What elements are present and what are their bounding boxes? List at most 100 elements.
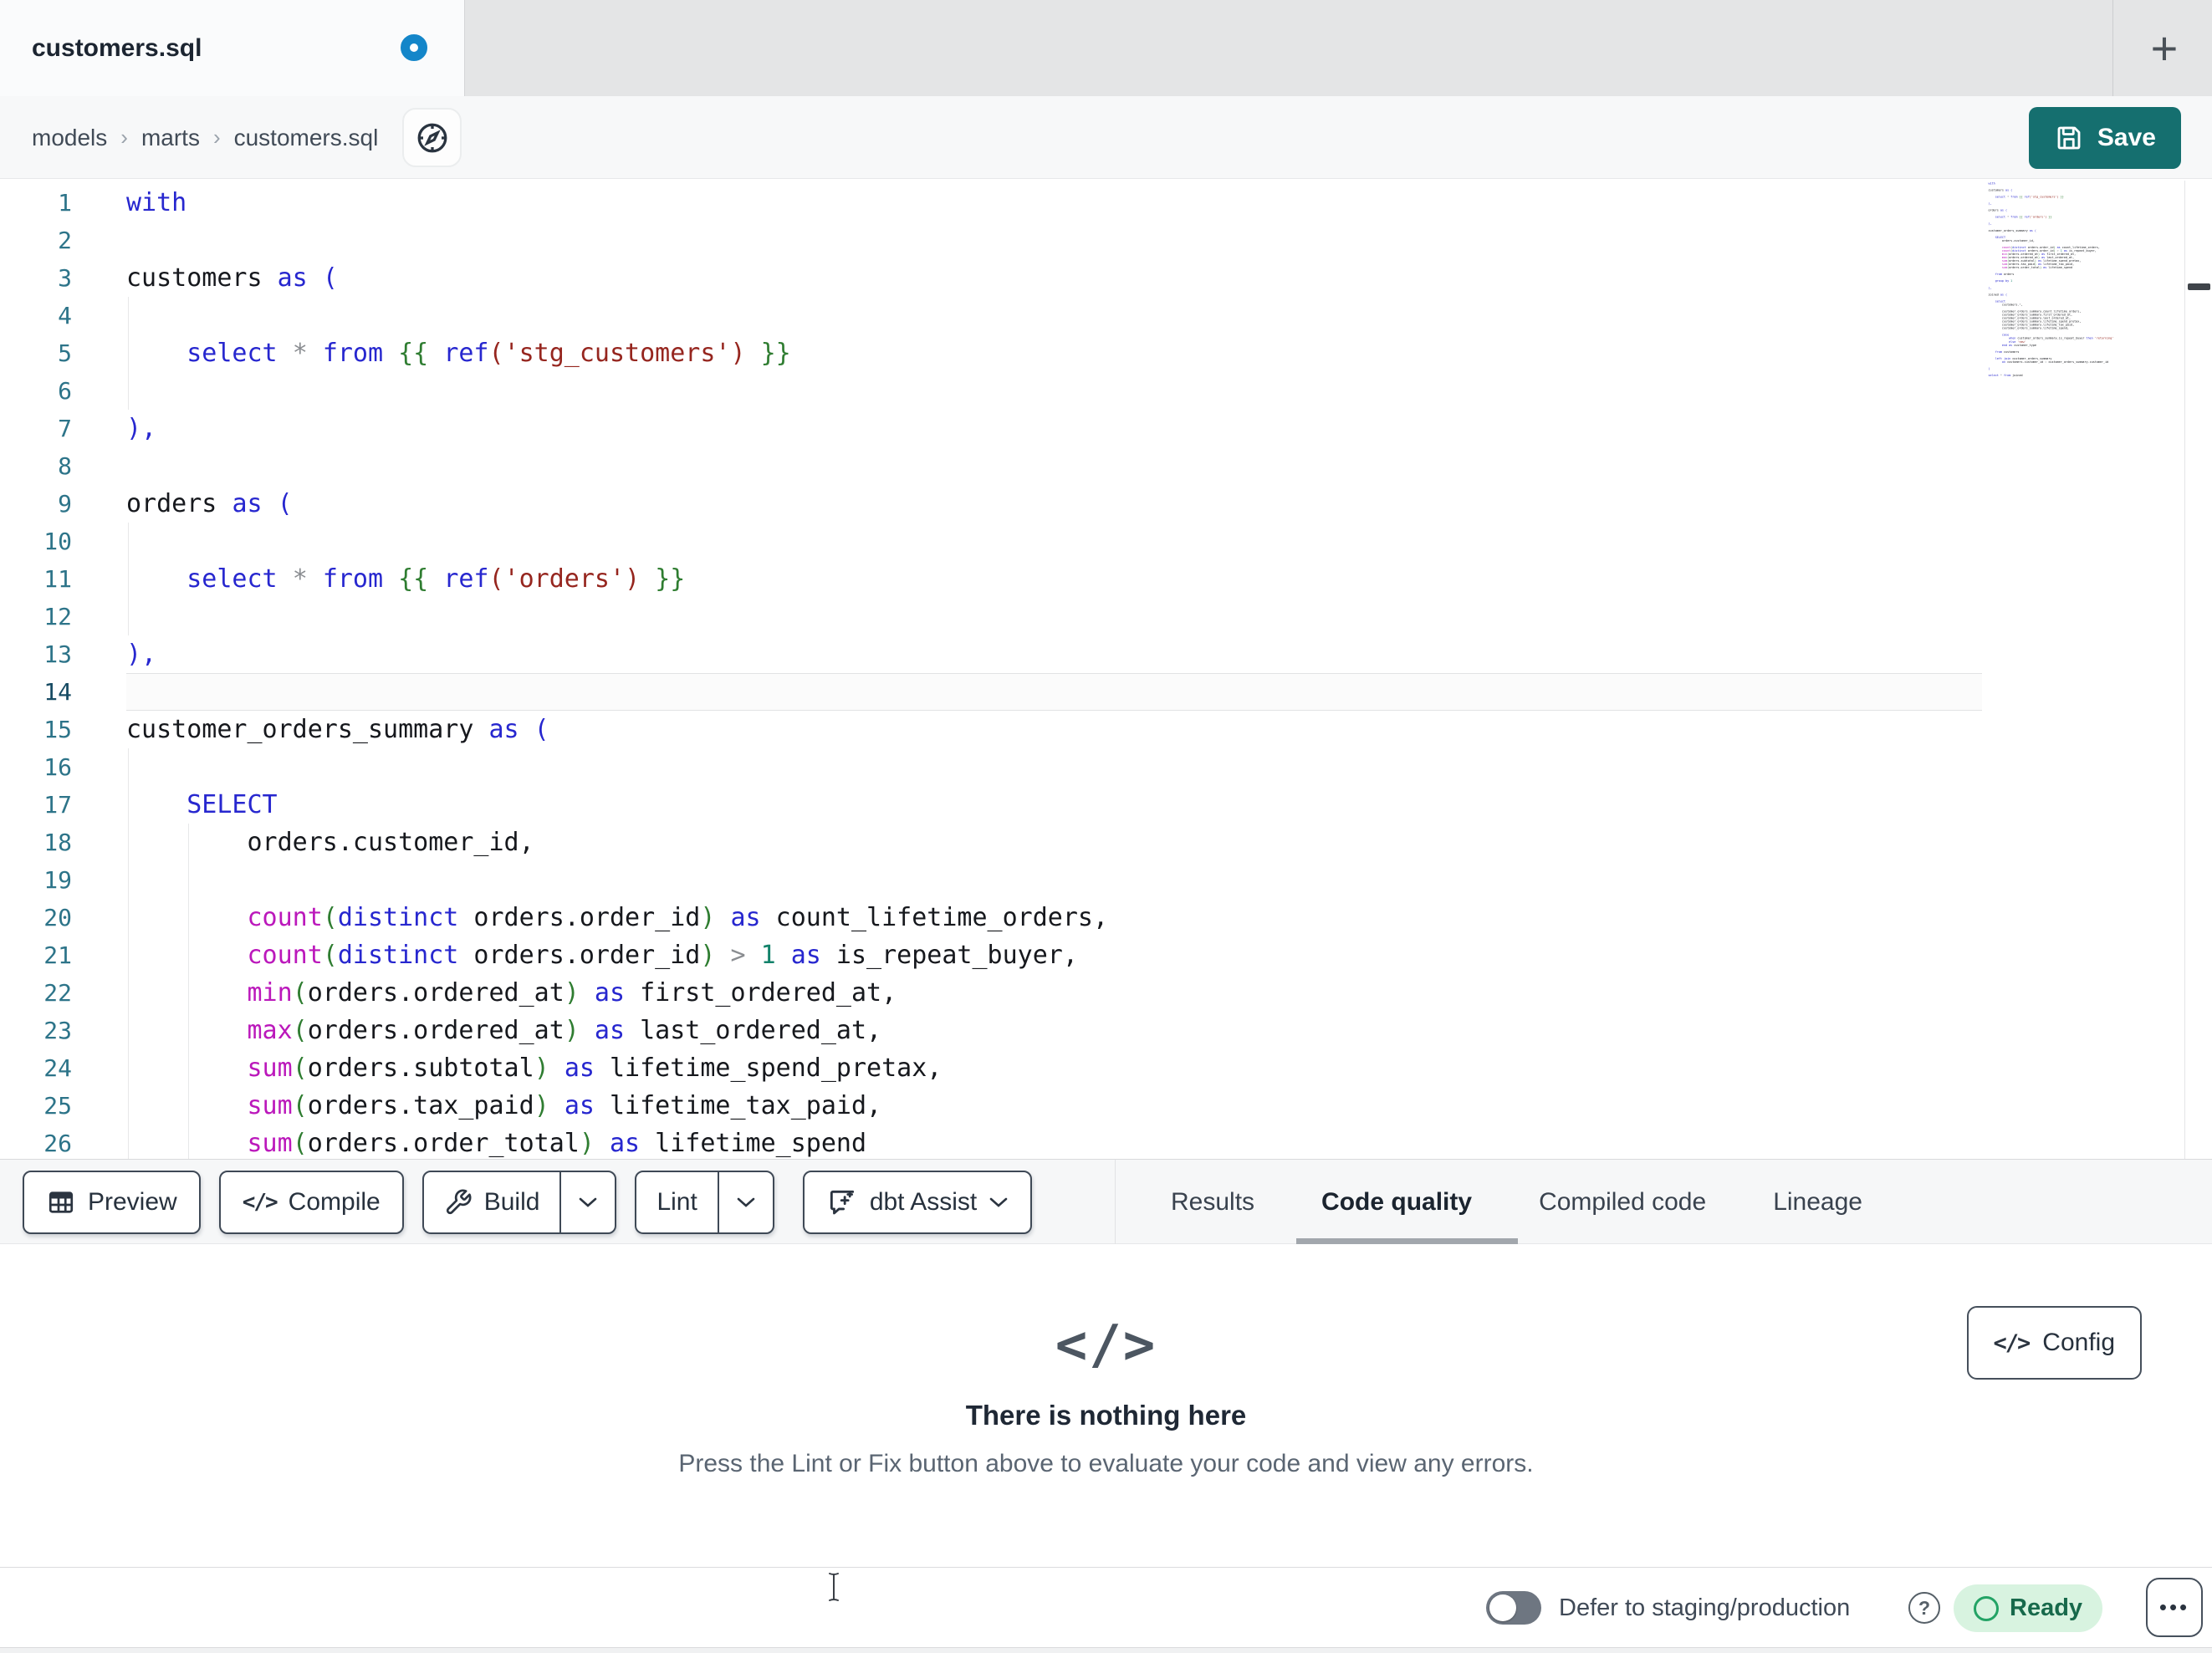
minimap[interactable]: with customers as ( select * from {{ ref(… [1986,181,2185,1159]
line-number: 20 [43,904,72,931]
code-line[interactable]: sum(orders.subtotal) as lifetime_spend_p… [126,1049,1982,1087]
new-tab-button[interactable]: + [2131,0,2198,96]
window-bottom-strip [0,1647,2212,1653]
line-number: 15 [43,716,72,743]
indent-guide [188,824,189,1159]
editor-tab-bar: customers.sql + [0,0,2212,96]
code-line[interactable] [126,372,1982,410]
line-number: 17 [43,791,72,819]
dbt-assist-button[interactable]: dbt Assist [802,1170,1033,1234]
editor-action-bar: Preview </> Compile Build Lint dbt Assis… [0,1160,2212,1244]
line-number: 21 [43,941,72,969]
code-line[interactable]: sum(orders.tax_paid) as lifetime_tax_pai… [126,1087,1982,1125]
more-options-button[interactable]: ••• [2146,1578,2203,1637]
code-line[interactable]: max(orders.ordered_at) as last_ordered_a… [126,1012,1982,1049]
code-line[interactable] [126,447,1982,485]
toolbar-tabs-divider [1115,1160,1116,1244]
editor-scrollbar[interactable] [2186,179,2212,1159]
code-line[interactable] [126,222,1982,259]
chevron-down-icon [578,1196,598,1209]
code-line[interactable] [126,748,1982,786]
code-line[interactable] [126,297,1982,334]
line-number: 25 [43,1092,72,1120]
code-editor[interactable]: 1 2 3 4 5 6 7 8 9 10 11 12 13 14 15 16 17 18 19 20 21 22 23 24 2… [0,179,2212,1160]
indent-guide [128,748,129,1159]
line-number: 2 [58,227,72,254]
code-line[interactable]: count(distinct orders.order_id) > 1 as i… [126,936,1982,974]
line-number: 13 [43,640,72,668]
dbt-assist-button-label: dbt Assist [869,1187,978,1216]
code-line[interactable] [126,861,1982,899]
breadcrumb-separator-icon: › [120,125,128,150]
compile-button-label: Compile [288,1187,381,1216]
config-button[interactable]: </> Config [1966,1306,2142,1380]
toggle-knob [1489,1594,1516,1621]
code-line[interactable]: count(distinct orders.order_id) as count… [126,899,1982,936]
table-grid-icon [46,1187,76,1217]
tab-results[interactable]: Results [1171,1188,1254,1217]
code-line[interactable]: customer_orders_summary as ( [126,711,1982,748]
tab-lineage[interactable]: Lineage [1773,1188,1862,1217]
tab-bar-divider [2112,0,2113,96]
code-line[interactable]: ), [126,635,1982,673]
code-line[interactable] [126,673,1982,711]
line-number: 12 [43,603,72,630]
code-line[interactable]: sum(orders.order_total) as lifetime_spen… [126,1125,1982,1159]
line-number: 23 [43,1017,72,1044]
line-number: 22 [43,979,72,1007]
navigate-file-button[interactable] [402,108,462,167]
chevron-down-icon [989,1196,1009,1209]
save-button-label: Save [2097,124,2156,151]
line-number: 26 [43,1130,72,1157]
tab-compiled-code[interactable]: Compiled code [1539,1188,1706,1217]
code-line[interactable]: customers as ( [126,259,1982,297]
code-line[interactable]: ), [126,410,1982,447]
breadcrumb-marts[interactable]: marts [141,125,200,151]
defer-toggle[interactable] [1486,1591,1541,1625]
status-circle-icon [1974,1595,1999,1621]
ellipsis-icon: ••• [2158,1594,2190,1620]
config-button-label: Config [2042,1329,2115,1356]
code-line[interactable]: orders.customer_id, [126,824,1982,861]
code-line[interactable]: with [126,184,1982,222]
line-number: 19 [43,866,72,894]
unsaved-changes-dot [401,34,427,61]
code-line[interactable] [126,523,1982,560]
status-badge: Ready [1954,1584,2103,1632]
build-button[interactable]: Build [424,1172,560,1232]
code-brackets-icon: </> [1993,1329,2031,1356]
help-icon[interactable]: ? [1908,1592,1940,1624]
tab-customers-sql[interactable]: customers.sql [0,0,465,96]
line-number: 10 [43,528,72,555]
lint-button-label: Lint [656,1187,697,1216]
build-dropdown-button[interactable] [559,1171,615,1232]
code-line[interactable]: select * from {{ ref('stg_customers') }} [126,334,1982,372]
dbt-ide-window: customers.sql + models › marts › custome… [0,0,2212,1653]
indent-guide [128,523,129,635]
status-bar: Defer to staging/production ? Ready ••• [0,1567,2212,1647]
lint-button[interactable]: Lint [636,1172,717,1232]
defer-label: Defer to staging/production [1559,1594,1851,1621]
file-header-bar: models › marts › customers.sql Save [0,96,2212,179]
save-button[interactable]: Save [2028,107,2181,169]
line-number: 18 [43,829,72,856]
code-line[interactable]: orders as ( [126,485,1982,523]
compass-icon [414,120,451,156]
tab-code-quality[interactable]: Code quality [1321,1188,1472,1217]
preview-button[interactable]: Preview [23,1170,201,1234]
scrollbar-cursor-marker [2188,283,2210,290]
breadcrumb-models[interactable]: models [32,125,107,151]
code-line[interactable]: select * from {{ ref('orders') }} [126,560,1982,598]
build-split-button: Build [421,1170,617,1234]
breadcrumb-file[interactable]: customers.sql [234,125,379,151]
code-brackets-icon: </> [242,1189,278,1215]
line-number: 11 [43,565,72,593]
minimap-content: with customers as ( select * from {{ ref(… [1986,181,2184,377]
preview-button-label: Preview [88,1187,177,1216]
code-line[interactable]: min(orders.ordered_at) as first_ordered_… [126,974,1982,1012]
compile-button[interactable]: </> Compile [218,1170,404,1234]
code-line[interactable] [126,598,1982,635]
status-badge-label: Ready [2010,1594,2083,1621]
lint-dropdown-button[interactable] [717,1171,773,1232]
code-line[interactable]: SELECT [126,786,1982,824]
